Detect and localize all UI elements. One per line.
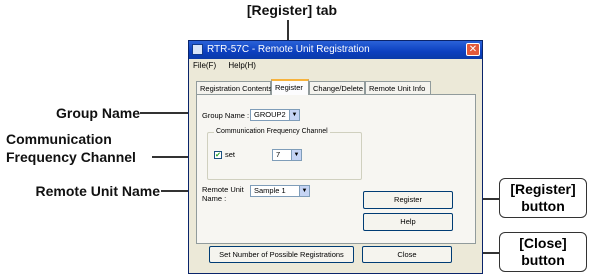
callout-close-button-line2: button	[521, 252, 565, 268]
menu-bar: File(F) Help(H)	[189, 59, 482, 72]
register-tab-panel: Group Name : GROUP2 ▼ Communication Freq…	[196, 94, 476, 244]
app-window: RTR-57C - Remote Unit Registration ✕ Fil…	[188, 40, 483, 274]
group-name-dropdown-icon[interactable]: ▼	[289, 110, 299, 120]
comm-frequency-group: Communication Frequency Channel ✔ set 7 …	[207, 128, 362, 180]
callout-close-button-line1: [Close]	[519, 235, 567, 251]
menu-file[interactable]: File(F)	[193, 61, 216, 70]
remote-unit-dropdown-icon[interactable]: ▼	[299, 186, 309, 196]
channel-dropdown-icon[interactable]: ▼	[291, 150, 301, 160]
callout-register-button-line1: [Register]	[510, 181, 576, 197]
callout-register-tab: [Register] tab	[246, 2, 338, 18]
callout-register-button-line2: button	[521, 198, 565, 214]
set-checkbox-label: set	[225, 150, 236, 159]
menu-help[interactable]: Help(H)	[228, 61, 256, 70]
remote-unit-label-line1: Remote Unit	[202, 185, 244, 194]
set-number-registrations-button[interactable]: Set Number of Possible Registrations	[209, 246, 354, 263]
callout-register-button: [Register] button	[499, 178, 587, 218]
channel-value: 7	[276, 150, 281, 159]
window-close-button[interactable]: ✕	[466, 43, 480, 56]
register-button[interactable]: Register	[363, 191, 453, 209]
group-name-select[interactable]: GROUP2 ▼	[250, 109, 300, 121]
window-title: RTR-57C - Remote Unit Registration	[207, 44, 370, 55]
tab-remote-unit-info[interactable]: Remote Unit Info	[365, 81, 431, 94]
tab-change-delete[interactable]: Change/Delete	[309, 81, 365, 94]
remote-unit-name-value: Sample 1	[254, 186, 286, 195]
tab-registration-contents[interactable]: Registration Contents	[196, 81, 272, 94]
remote-unit-name-select[interactable]: Sample 1 ▼	[250, 185, 310, 197]
close-button[interactable]: Close	[362, 246, 452, 263]
callout-remote-unit-name: Remote Unit Name	[35, 183, 160, 199]
channel-select[interactable]: 7 ▼	[272, 149, 302, 161]
remote-unit-label-line2: Name :	[202, 194, 227, 203]
callout-close-button: [Close] button	[499, 232, 587, 272]
app-icon	[192, 44, 203, 55]
help-button[interactable]: Help	[363, 213, 453, 231]
callout-comm-freq-line2: Frequency Channel	[6, 149, 136, 165]
group-name-value: GROUP2	[254, 110, 286, 119]
tab-register[interactable]: Register	[271, 79, 309, 95]
title-bar[interactable]: RTR-57C - Remote Unit Registration ✕	[189, 41, 482, 59]
callout-group-name: Group Name	[55, 105, 140, 121]
comm-frequency-group-label: Communication Frequency Channel	[214, 128, 330, 135]
callout-comm-freq-line1: Communication	[6, 131, 112, 147]
group-name-label: Group Name :	[202, 111, 250, 120]
set-checkbox[interactable]: ✔	[214, 151, 222, 159]
